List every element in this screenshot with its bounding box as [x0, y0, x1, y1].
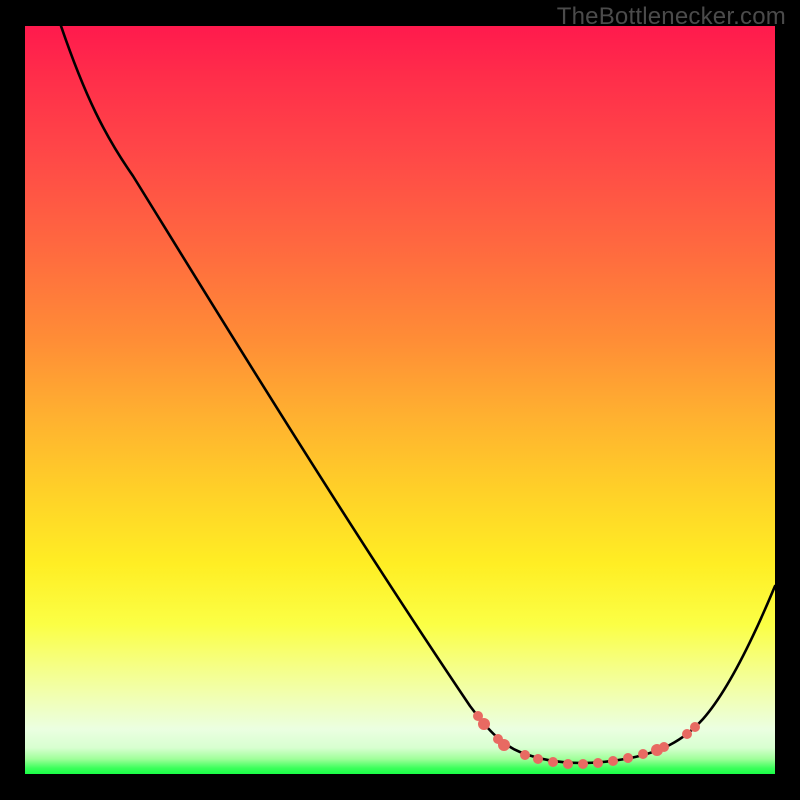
data-dot — [498, 739, 510, 751]
bottleneck-curve — [61, 26, 775, 763]
data-dot — [578, 759, 588, 769]
data-dot — [608, 756, 618, 766]
watermark-text: TheBottlenecker.com — [557, 3, 786, 31]
chart-frame: TheBottlenecker.com — [0, 0, 800, 800]
data-dot — [623, 753, 633, 763]
data-dot — [520, 750, 530, 760]
data-dot — [533, 754, 543, 764]
data-dot — [659, 742, 669, 752]
data-dot — [593, 758, 603, 768]
data-dot — [478, 718, 490, 730]
data-dot — [548, 757, 558, 767]
data-dot — [690, 722, 700, 732]
data-dot — [638, 749, 648, 759]
data-dot — [682, 729, 692, 739]
curve-layer — [25, 26, 775, 774]
plot-area — [25, 26, 775, 774]
data-dot — [563, 759, 573, 769]
